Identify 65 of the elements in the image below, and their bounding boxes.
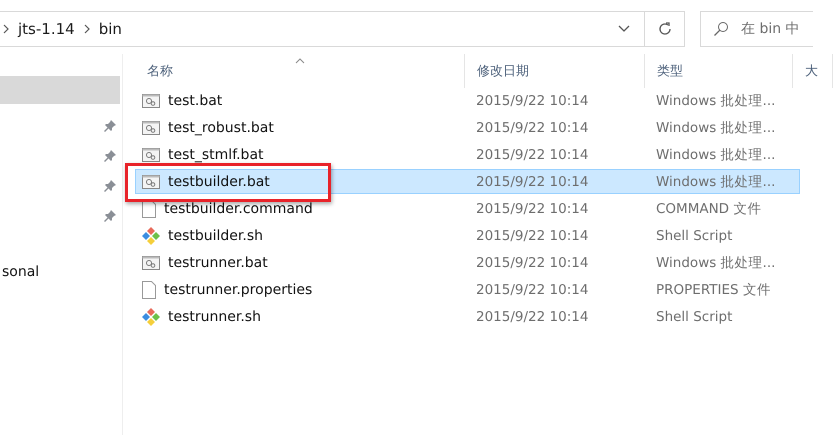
file-name: testbuilder.bat	[168, 174, 270, 190]
sidebar-item[interactable]: sonal	[0, 258, 120, 286]
pin-icon[interactable]	[104, 150, 116, 162]
refresh-icon	[656, 21, 672, 37]
modified-date: 2015/9/22 10:14	[475, 120, 590, 136]
modified-date: 2015/9/22 10:14	[475, 308, 590, 324]
file-row[interactable]: testrunner.properties 2015/9/22 10:14 PROPERTIES 文件	[135, 277, 800, 302]
file-row[interactable]: testrunner.bat 2015/9/22 10:14 Windows 批处理...	[135, 250, 800, 275]
file-type: Shell Script	[655, 308, 734, 324]
search-field[interactable]: 在 bin 中	[700, 11, 813, 47]
file-name: testrunner.sh	[168, 308, 261, 324]
file-row[interactable]: testrunner.sh 2015/9/22 10:14 Shell Script	[135, 304, 800, 329]
file-row[interactable]: test_stmlf.bat 2015/9/22 10:14 Windows 批处理...	[135, 142, 800, 167]
file-icon	[142, 280, 156, 298]
column-header[interactable]: 类型	[645, 54, 793, 88]
batch-file-icon	[142, 254, 160, 270]
file-name: testbuilder.command	[164, 200, 313, 216]
modified-date: 2015/9/22 10:14	[475, 200, 590, 216]
file-name: test_stmlf.bat	[168, 146, 264, 162]
file-name: testbuilder.sh	[168, 228, 264, 244]
modified-date: 2015/9/22 10:14	[475, 254, 590, 270]
search-icon	[713, 21, 729, 37]
script-icon	[142, 226, 160, 244]
file-type: Windows 批处理...	[655, 92, 776, 110]
pin-icon[interactable]	[104, 120, 116, 132]
script-icon	[142, 308, 160, 326]
batch-file-icon	[142, 146, 160, 162]
breadcrumb[interactable]: jts-1.14	[18, 20, 75, 38]
dropdown-icon[interactable]	[618, 25, 630, 33]
batch-file-icon	[142, 92, 160, 108]
modified-date: 2015/9/22 10:14	[475, 228, 590, 244]
batch-file-icon	[142, 120, 160, 136]
file-type: Windows 批处理...	[655, 254, 776, 272]
modified-date: 2015/9/22 10:14	[475, 282, 590, 298]
pin-icon[interactable]	[104, 210, 116, 222]
file-type: PROPERTIES 文件	[655, 280, 772, 298]
file-name: test_robust.bat	[168, 120, 274, 136]
modified-date: 2015/9/22 10:14	[475, 92, 590, 108]
column-header[interactable]: 名称	[135, 54, 465, 88]
file-row[interactable]: test.bat 2015/9/22 10:14 Windows 批处理...	[135, 88, 800, 113]
modified-date: 2015/9/22 10:14	[475, 146, 590, 162]
file-type: COMMAND 文件	[655, 200, 762, 218]
sidebar-label: sonal	[2, 264, 40, 280]
address-bar[interactable]: jts-1.14 bin	[0, 11, 645, 47]
file-row[interactable]: testbuilder.bat 2015/9/22 10:14 Windows 批处理...	[135, 169, 800, 194]
file-type: Windows 批处理...	[655, 118, 776, 136]
file-type: Shell Script	[655, 228, 734, 244]
file-row[interactable]: testbuilder.sh 2015/9/22 10:14 Shell Script	[135, 223, 800, 248]
file-row[interactable]: testbuilder.command 2015/9/22 10:14 COMMAND 文件	[135, 196, 800, 221]
pin-icon[interactable]	[104, 180, 116, 192]
file-type: Windows 批处理...	[655, 172, 776, 190]
modified-date: 2015/9/22 10:14	[475, 174, 590, 190]
refresh-button[interactable]	[645, 11, 685, 47]
breadcrumb[interactable]: bin	[98, 20, 122, 38]
file-name: testrunner.properties	[164, 282, 312, 298]
column-header[interactable]: 修改日期	[465, 54, 645, 88]
column-header[interactable]: 大	[793, 54, 833, 88]
chevron-right-icon	[2, 24, 10, 34]
file-row[interactable]: test_robust.bat 2015/9/22 10:14 Windows 批处理...	[135, 115, 800, 140]
chevron-right-icon	[82, 24, 91, 34]
file-name: test.bat	[168, 92, 222, 108]
sort-ascending-icon	[295, 58, 305, 64]
file-type: Windows 批处理...	[655, 146, 776, 164]
file-name: testrunner.bat	[168, 254, 268, 270]
batch-file-icon	[142, 174, 160, 190]
